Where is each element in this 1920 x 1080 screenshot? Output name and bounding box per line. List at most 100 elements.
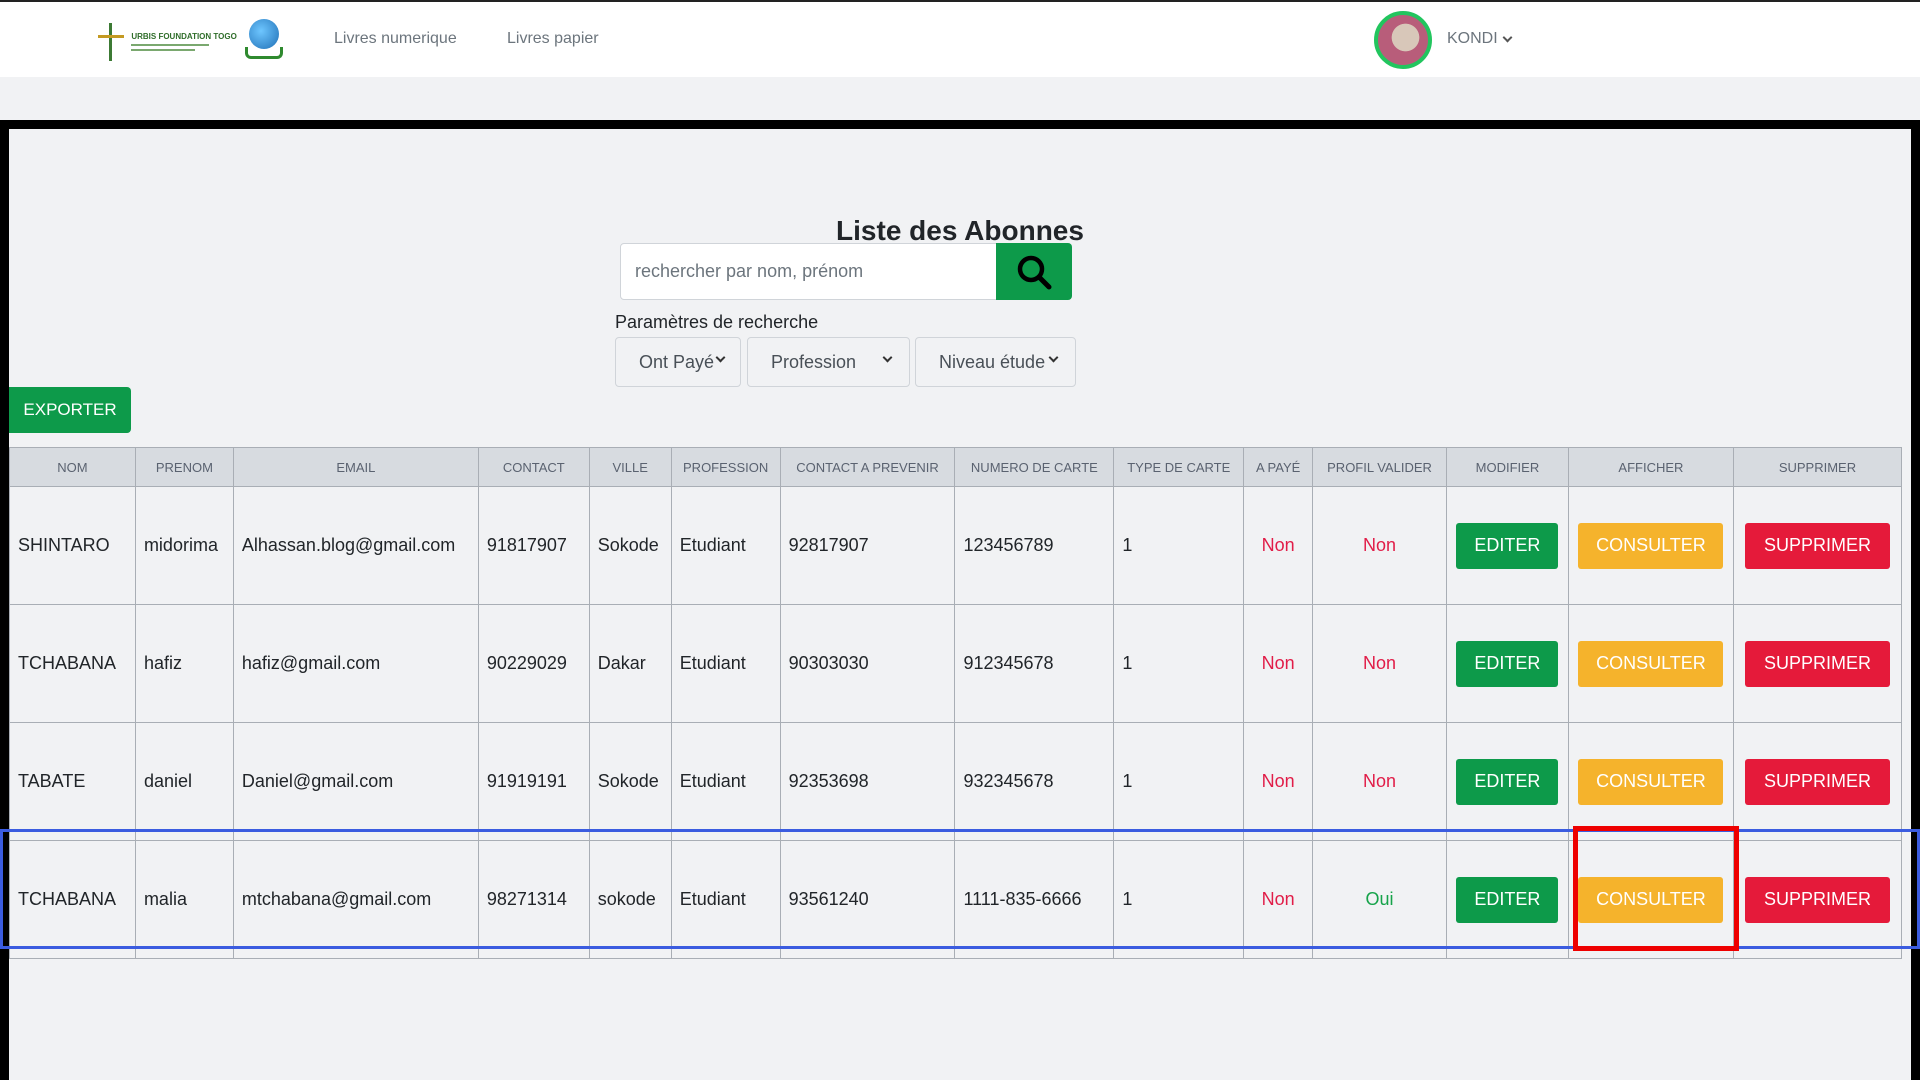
user-name: KONDI (1447, 30, 1498, 47)
cell-nom: TCHABANA (9, 604, 136, 723)
cell-a-paye: Non (1243, 604, 1314, 723)
header-afficher: AFFICHER (1567, 447, 1734, 487)
search-input[interactable] (620, 243, 1005, 300)
cell-email: Daniel@gmail.com (232, 722, 479, 841)
cell-a-paye: Non (1243, 840, 1314, 959)
consult-button[interactable]: CONSULTER (1578, 640, 1724, 687)
export-button[interactable]: EXPORTER (9, 387, 131, 433)
header-type-carte: TYPE DE CARTE (1113, 447, 1245, 487)
cell-contact-prevenir: 90303030 (779, 604, 956, 723)
cell-a-paye: Non (1243, 722, 1314, 841)
cell-nom: SHINTARO (9, 486, 136, 605)
header-profil-valider: PROFIL VALIDER (1312, 447, 1447, 487)
chevron-down-icon (1502, 32, 1513, 42)
cell-type-carte: 1 (1113, 840, 1245, 959)
cell-email: Alhassan.blog@gmail.com (232, 486, 479, 605)
table-row: SHINTARO midorima Alhassan.blog@gmail.co… (9, 486, 1903, 605)
edit-button[interactable]: EDITER (1456, 876, 1559, 923)
delete-button[interactable]: SUPPRIMER (1744, 640, 1890, 687)
cell-contact: 91919191 (477, 722, 590, 841)
search-params-label: Paramètres de recherche (615, 312, 819, 332)
table-header-row: NOM PRENOM EMAIL CONTACT VILLE PROFESSIO… (9, 447, 1903, 487)
cell-ville: Dakar (588, 604, 672, 723)
header-prenom: PRENOM (134, 447, 234, 487)
filter-ont-paye-label: Ont Payé (639, 351, 715, 372)
cell-type-carte: 1 (1113, 486, 1245, 605)
search-button[interactable] (996, 243, 1072, 300)
cell-numero-carte: 123456789 (954, 486, 1115, 605)
cell-prenom: midorima (134, 486, 234, 605)
table-row: TCHABANA hafiz hafiz@gmail.com 90229029 … (9, 604, 1903, 723)
cell-profil-valider: Non (1312, 604, 1447, 723)
logo-title: URBIS FOUNDATION TOGO (131, 31, 237, 41)
cell-ville: Sokode (588, 722, 672, 841)
filter-profession-label: Profession (771, 351, 857, 372)
header-nom: NOM (9, 447, 136, 487)
cell-a-paye: Non (1243, 486, 1314, 605)
user-menu[interactable]: KONDI (1447, 30, 1513, 48)
nav-link-livres-papier[interactable]: Livres papier (507, 30, 599, 48)
cell-prenom: hafiz (134, 604, 234, 723)
consult-button[interactable]: CONSULTER (1578, 522, 1724, 569)
user-avatar-icon[interactable] (1374, 11, 1432, 69)
chevron-down-icon (882, 352, 893, 363)
cell-contact-prevenir: 93561240 (779, 840, 956, 959)
edit-button[interactable]: EDITER (1456, 758, 1559, 805)
main-content: Liste des Abonnes Paramètres de recherch… (9, 129, 1911, 1080)
cell-contact-prevenir: 92353698 (779, 722, 956, 841)
header-a-paye: A PAYÉ (1243, 447, 1314, 487)
cell-profil-valider: Non (1312, 486, 1447, 605)
cell-numero-carte: 932345678 (954, 722, 1115, 841)
header-contact-prevenir: CONTACT A PREVENIR (779, 447, 956, 487)
brand-logo[interactable]: URBIS FOUNDATION TOGO (96, 16, 283, 66)
cell-prenom: daniel (134, 722, 234, 841)
consult-button[interactable]: CONSULTER (1578, 876, 1724, 923)
cell-profession: Etudiant (670, 722, 781, 841)
cell-profil-valider: Non (1312, 722, 1447, 841)
table-row: TCHABANA malia mtchabana@gmail.com 98271… (9, 840, 1903, 959)
consult-button[interactable]: CONSULTER (1578, 758, 1724, 805)
search-icon (1017, 255, 1052, 289)
cell-contact: 90229029 (477, 604, 590, 723)
header-contact: CONTACT (477, 447, 590, 487)
cell-nom: TABATE (9, 722, 136, 841)
edit-button[interactable]: EDITER (1456, 522, 1559, 569)
edit-button[interactable]: EDITER (1456, 640, 1559, 687)
logo-emblem-icon (96, 19, 125, 63)
cell-profession: Etudiant (670, 486, 781, 605)
cell-email: hafiz@gmail.com (232, 604, 479, 723)
table-row: TABATE daniel Daniel@gmail.com 91919191 … (9, 722, 1903, 841)
cell-contact: 98271314 (477, 840, 590, 959)
cell-type-carte: 1 (1113, 604, 1245, 723)
cell-ville: sokode (588, 840, 672, 959)
header-numero-carte: NUMERO DE CARTE (954, 447, 1115, 487)
chevron-down-icon (1048, 352, 1059, 363)
cell-profession: Etudiant (670, 604, 781, 723)
content-frame: Liste des Abonnes Paramètres de recherch… (0, 120, 1920, 1080)
chevron-down-icon (715, 352, 726, 363)
delete-button[interactable]: SUPPRIMER (1744, 876, 1890, 923)
filter-ont-paye[interactable]: Ont Payé (615, 337, 741, 387)
cell-numero-carte: 1111-835-6666 (954, 840, 1115, 959)
top-navbar: URBIS FOUNDATION TOGO Livres numerique L… (0, 0, 1920, 77)
globe-book-icon (244, 19, 283, 63)
cell-numero-carte: 912345678 (954, 604, 1115, 723)
filter-profession[interactable]: Profession (747, 337, 910, 387)
header-supprimer: SUPPRIMER (1732, 447, 1903, 487)
header-email: EMAIL (232, 447, 479, 487)
cell-prenom: malia (134, 840, 234, 959)
cell-profession: Etudiant (670, 840, 781, 959)
header-modifier: MODIFIER (1445, 447, 1569, 487)
cell-contact-prevenir: 92817907 (779, 486, 956, 605)
header-ville: VILLE (588, 447, 672, 487)
cell-ville: Sokode (588, 486, 672, 605)
delete-button[interactable]: SUPPRIMER (1744, 758, 1890, 805)
filter-niveau-etude[interactable]: Niveau étude (915, 337, 1076, 387)
filter-niveau-etude-label: Niveau étude (939, 351, 1046, 372)
cell-profil-valider: Oui (1312, 840, 1447, 959)
nav-link-livres-numerique[interactable]: Livres numerique (334, 30, 457, 48)
cell-email: mtchabana@gmail.com (232, 840, 479, 959)
header-profession: PROFESSION (670, 447, 781, 487)
cell-type-carte: 1 (1113, 722, 1245, 841)
delete-button[interactable]: SUPPRIMER (1744, 522, 1890, 569)
